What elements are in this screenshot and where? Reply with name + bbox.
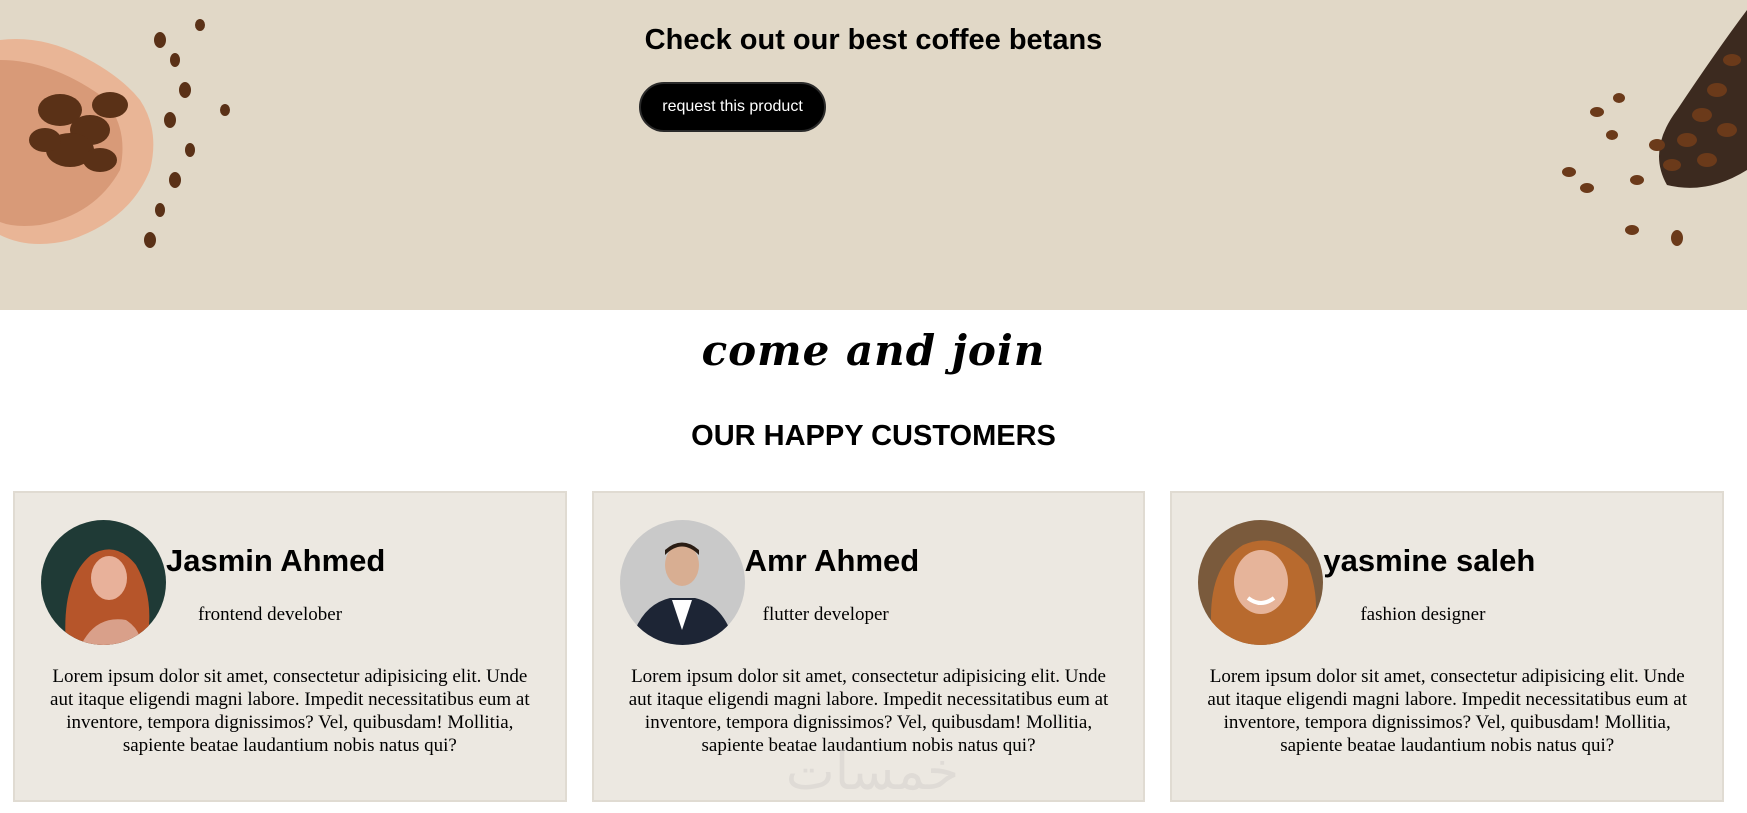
customer-card: yasmine saleh fashion designer Lorem ips… (1170, 491, 1725, 802)
watermark: خمسات (785, 742, 960, 802)
request-product-button[interactable]: request this product (639, 82, 826, 132)
customer-avatar (1198, 520, 1324, 645)
customer-role: frontend develober (198, 604, 343, 625)
customer-avatar (619, 520, 745, 645)
coffee-beans-scoop-image (1562, 10, 1747, 246)
customer-role: fashion designer (1360, 604, 1486, 625)
customer-name: yasmine saleh (1323, 543, 1536, 578)
join-heading: come and join (701, 326, 1046, 375)
hero-title: Check out our best coffee betans (644, 24, 1103, 56)
customer-role: flutter developer (762, 604, 889, 625)
customer-testimonial: Lorem ipsum dolor sit amet, consectetur … (1207, 666, 1687, 756)
customer-testimonial: Lorem ipsum dolor sit amet, consectetur … (50, 666, 530, 756)
customer-avatar (41, 520, 166, 645)
customer-card: Jasmin Ahmed frontend develober Lorem ip… (13, 491, 567, 802)
customer-name: Amr Ahmed (744, 543, 920, 578)
customers-heading: OUR HAPPY CUSTOMERS (691, 420, 1056, 452)
hero-banner: Check out our best coffee betans request… (0, 0, 1747, 310)
customer-name: Jasmin Ahmed (166, 543, 386, 578)
